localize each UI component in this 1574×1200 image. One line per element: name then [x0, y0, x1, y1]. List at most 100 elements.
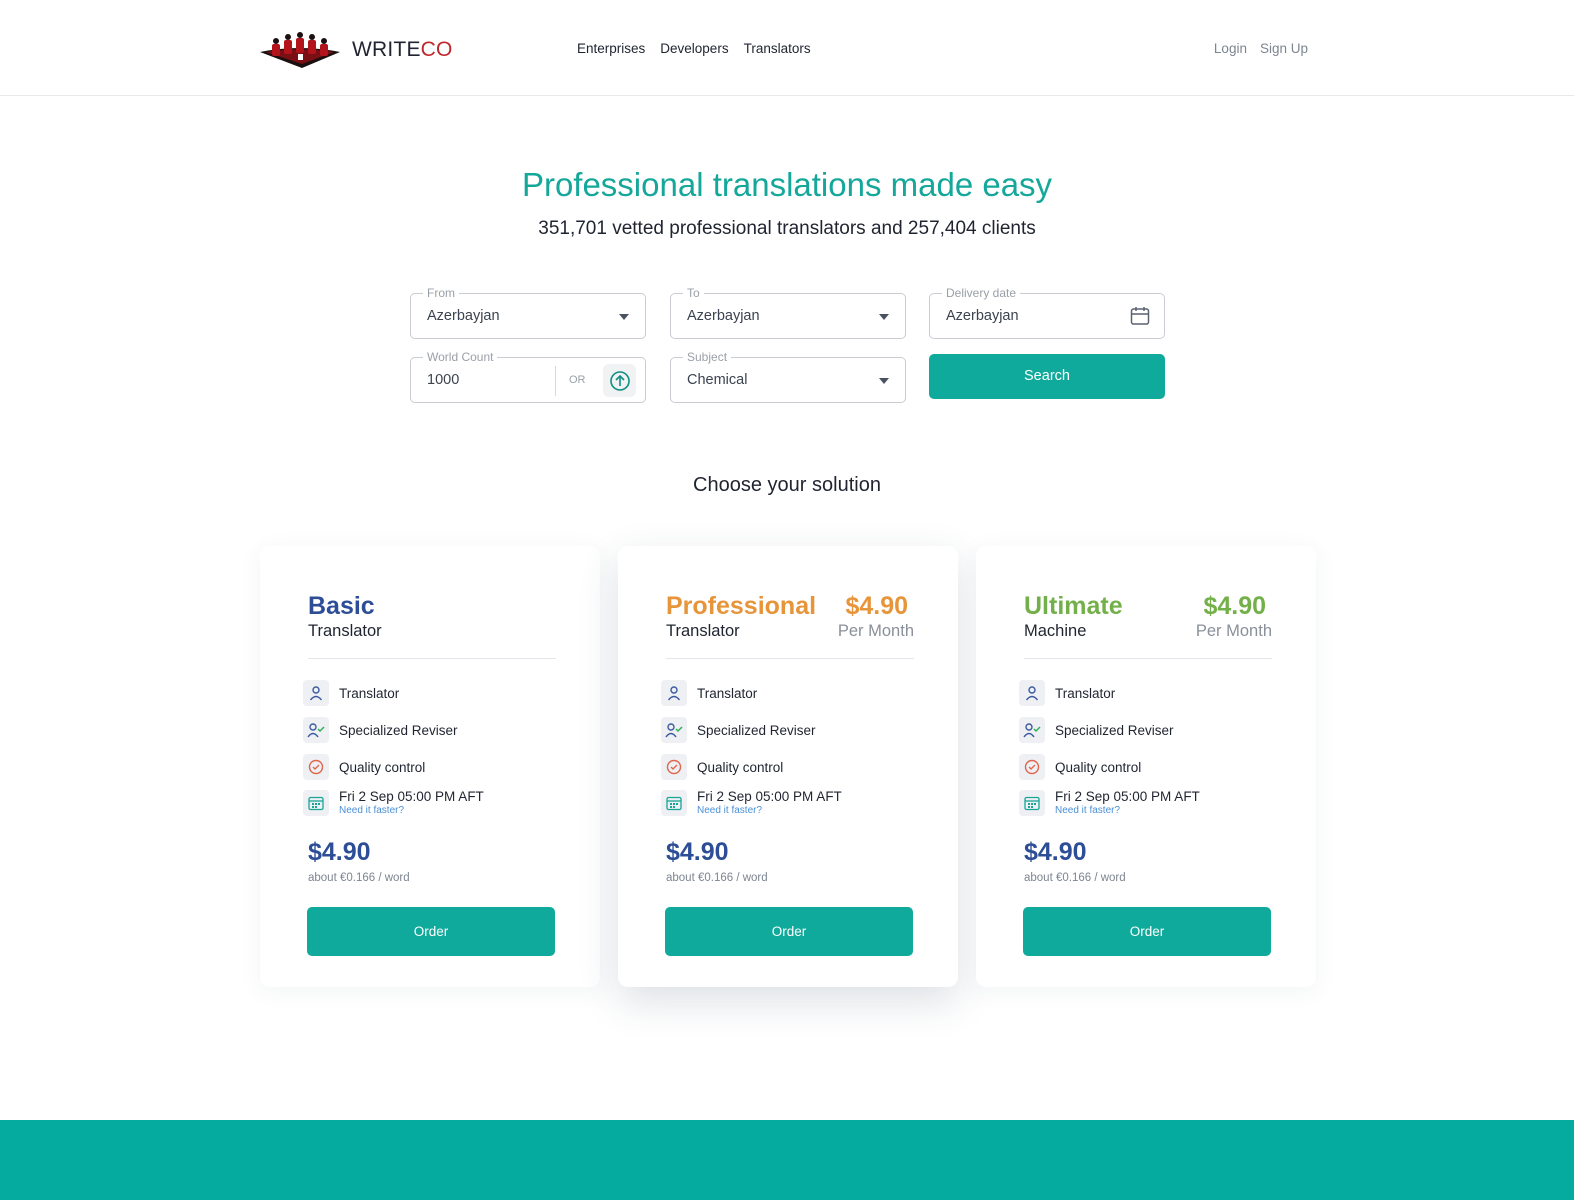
- plan-card: Professional Translator $4.90 Per Month Tra…: [618, 546, 958, 987]
- delivery-label: Delivery date: [942, 286, 1021, 300]
- auth-links: Login Sign Up: [1214, 41, 1308, 56]
- plan-period: Per Month: [1195, 622, 1272, 640]
- logo[interactable]: WRITECO: [258, 30, 453, 70]
- delivery-date-field[interactable]: Delivery date Azerbayjan: [929, 286, 1165, 339]
- signup-link[interactable]: Sign Up: [1260, 41, 1308, 56]
- plan-card: Basic Translator Translator Specialized R…: [260, 546, 600, 987]
- writeco-logo-icon: [260, 32, 340, 68]
- chevron-down-icon: [619, 314, 629, 320]
- user-icon: [661, 680, 687, 706]
- quality-badge-icon: [1019, 754, 1045, 780]
- feature-item: Specialized Reviser: [303, 717, 458, 743]
- need-faster-link[interactable]: Need it faster?: [339, 804, 484, 817]
- to-label: To: [683, 286, 704, 300]
- user-icon: [1019, 680, 1045, 706]
- delivery-date: Fri 2 Sep 05:00 PM AFT: [697, 789, 842, 804]
- plan-card: Ultimate Machine $4.90 Per Month Translator…: [976, 546, 1316, 987]
- site-header: WRITECO Enterprises Developers Translato…: [0, 0, 1574, 96]
- from-value: Azerbayjan: [427, 308, 500, 324]
- word-count-label: World Count: [423, 350, 498, 364]
- subject-select[interactable]: Subject Chemical: [670, 350, 906, 403]
- user-check-icon: [303, 717, 329, 743]
- feature-item: Specialized Reviser: [1019, 717, 1174, 743]
- feature-item: Quality control: [303, 754, 425, 780]
- feature-item: Translator: [1019, 680, 1115, 706]
- brand-accent: CO: [420, 38, 453, 61]
- feature-item: Translator: [303, 680, 399, 706]
- user-check-icon: [661, 717, 687, 743]
- price-per-word: about €0.166 / word: [308, 872, 410, 884]
- plan-price: $4.90: [308, 838, 371, 866]
- nav-enterprises[interactable]: Enterprises: [577, 41, 645, 56]
- calendar-icon: [1019, 790, 1045, 816]
- feature-label: Quality control: [339, 759, 426, 775]
- card-divider: [308, 658, 556, 659]
- feature-item: Translator: [661, 680, 757, 706]
- plan-name: Professional: [666, 592, 817, 620]
- upload-icon: [609, 370, 630, 391]
- to-select[interactable]: To Azerbayjan: [670, 286, 906, 339]
- quality-badge-icon: [661, 754, 687, 780]
- brand-main: WRITE: [352, 38, 421, 61]
- section-title: Choose your solution: [693, 474, 881, 496]
- delivery-date: Fri 2 Sep 05:00 PM AFT: [1055, 789, 1200, 804]
- upload-button[interactable]: [603, 364, 636, 397]
- feature-item: Quality control: [1019, 754, 1141, 780]
- nav-developers[interactable]: Developers: [660, 41, 728, 56]
- from-select[interactable]: From Azerbayjan: [410, 286, 646, 339]
- main-nav: Enterprises Developers Translators: [577, 41, 811, 56]
- need-faster-link[interactable]: Need it faster?: [1055, 804, 1200, 817]
- feature-label: Translator: [339, 685, 400, 701]
- login-link[interactable]: Login: [1214, 41, 1247, 56]
- feature-label: Translator: [697, 685, 758, 701]
- order-button[interactable]: Order: [307, 907, 555, 956]
- order-button[interactable]: Order: [665, 907, 913, 956]
- nav-translators[interactable]: Translators: [744, 41, 811, 56]
- from-label: From: [423, 286, 459, 300]
- feature-label: Specialized Reviser: [339, 722, 458, 738]
- card-divider: [666, 658, 914, 659]
- subject-label: Subject: [683, 350, 732, 364]
- delivery-item: Fri 2 Sep 05:00 PM AFT Need it faster?: [661, 789, 842, 817]
- calendar-icon[interactable]: [1130, 306, 1150, 326]
- feature-label: Quality control: [1055, 759, 1142, 775]
- plan-price: $4.90: [1024, 838, 1087, 866]
- delivery-date: Fri 2 Sep 05:00 PM AFT: [339, 789, 484, 804]
- price-per-word: about €0.166 / word: [1024, 872, 1126, 884]
- order-button[interactable]: Order: [1023, 907, 1271, 956]
- plan-period: Per Month: [837, 622, 914, 640]
- feature-item: Specialized Reviser: [661, 717, 816, 743]
- user-icon: [303, 680, 329, 706]
- price-per-word: about €0.166 / word: [666, 872, 768, 884]
- calendar-icon: [661, 790, 687, 816]
- feature-label: Specialized Reviser: [697, 722, 816, 738]
- plan-type: Machine: [1024, 622, 1087, 640]
- plan-type: Translator: [666, 622, 740, 640]
- user-check-icon: [1019, 717, 1045, 743]
- plan-type: Translator: [308, 622, 382, 640]
- calendar-icon: [303, 790, 329, 816]
- footer-band: [0, 1120, 1574, 1200]
- plan-name: Ultimate: [1024, 592, 1123, 620]
- field-divider: [555, 366, 556, 396]
- search-button[interactable]: Search: [929, 354, 1165, 399]
- plan-price: $4.90: [666, 838, 729, 866]
- need-faster-link[interactable]: Need it faster?: [697, 804, 842, 817]
- hero-subtitle: 351,701 vetted professional translators …: [538, 218, 1036, 239]
- word-count-value: 1000: [427, 372, 460, 388]
- delivery-item: Fri 2 Sep 05:00 PM AFT Need it faster?: [303, 789, 484, 817]
- delivery-item: Fri 2 Sep 05:00 PM AFT Need it faster?: [1019, 789, 1200, 817]
- feature-label: Translator: [1055, 685, 1116, 701]
- feature-item: Quality control: [661, 754, 783, 780]
- word-count-field[interactable]: World Count 1000 OR: [410, 350, 646, 403]
- quality-badge-icon: [303, 754, 329, 780]
- or-label: OR: [569, 374, 586, 386]
- chevron-down-icon: [879, 378, 889, 384]
- chevron-down-icon: [879, 314, 889, 320]
- card-divider: [1024, 658, 1272, 659]
- feature-label: Quality control: [697, 759, 784, 775]
- feature-label: Specialized Reviser: [1055, 722, 1174, 738]
- hero-title: Professional translations made easy: [521, 166, 1053, 203]
- brand-name: WRITECO: [352, 38, 453, 62]
- plan-monthly-price: $4.90: [845, 592, 908, 620]
